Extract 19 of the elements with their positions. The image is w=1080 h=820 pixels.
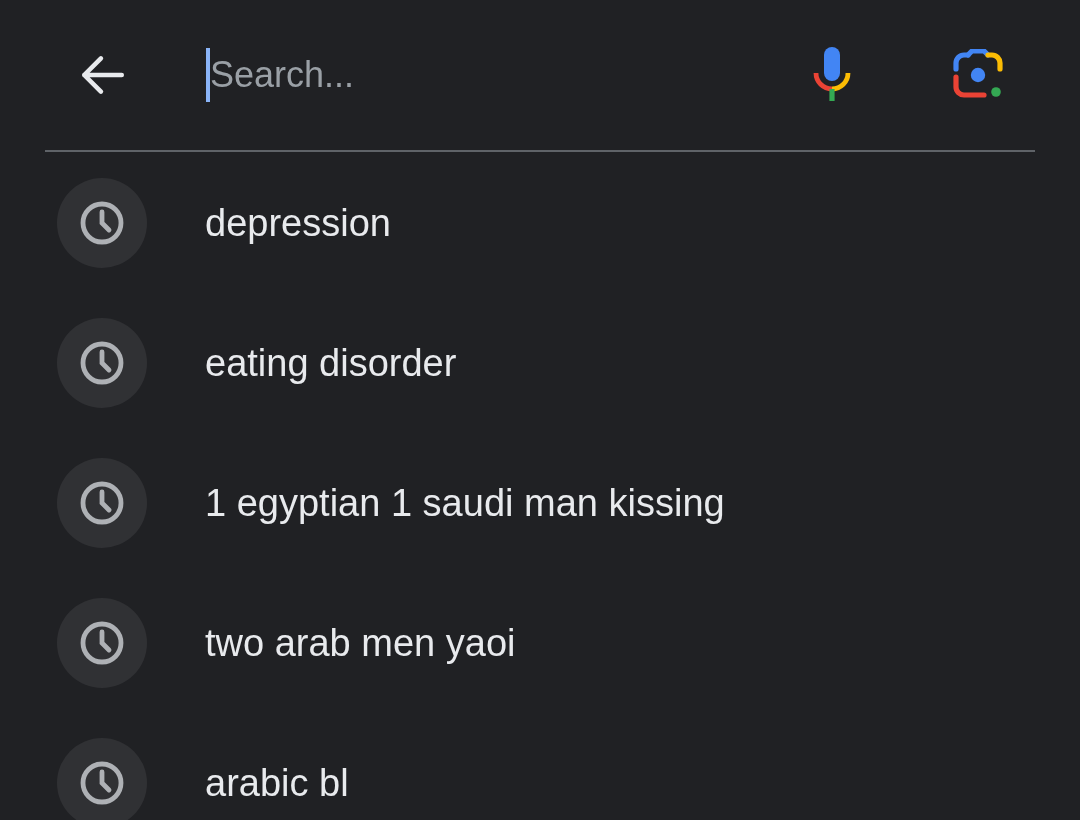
history-item[interactable]: eating disorder: [0, 293, 1080, 433]
history-query: two arab men yaoi: [205, 621, 516, 665]
search-field[interactable]: Search...: [210, 45, 797, 105]
camera-lens-icon: [952, 49, 1004, 101]
history-query: arabic bl: [205, 761, 349, 805]
history-item[interactable]: depression: [0, 153, 1080, 293]
history-item[interactable]: 1 egyptian 1 saudi man kissing: [0, 433, 1080, 573]
history-query: 1 egyptian 1 saudi man kissing: [205, 481, 725, 525]
clock-icon: [78, 339, 126, 387]
history-query: depression: [205, 201, 391, 245]
clock-icon: [78, 759, 126, 807]
clock-icon: [78, 479, 126, 527]
clock-icon: [78, 619, 126, 667]
history-item[interactable]: arabic bl: [0, 713, 1080, 820]
clock-icon: [78, 199, 126, 247]
microphone-icon: [812, 47, 852, 103]
history-query: eating disorder: [205, 341, 457, 385]
history-item[interactable]: two arab men yaoi: [0, 573, 1080, 713]
text-cursor: [206, 48, 210, 102]
